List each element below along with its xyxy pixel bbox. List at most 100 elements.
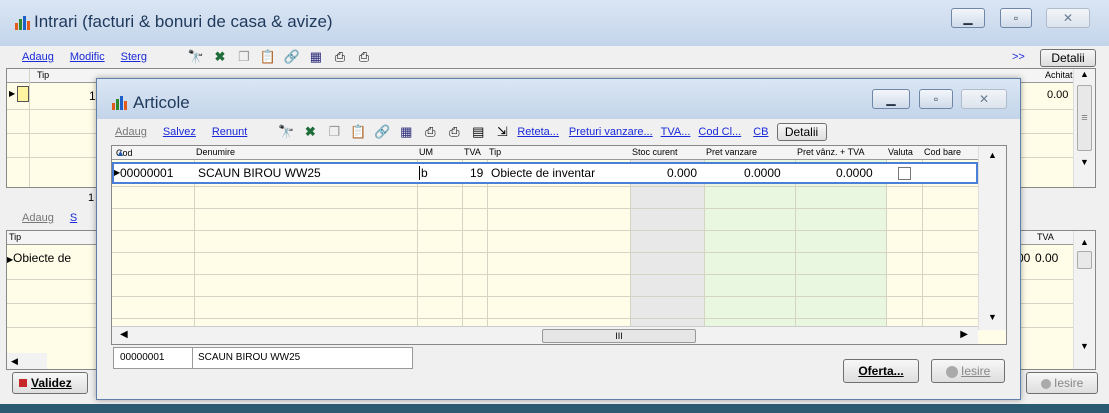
cell-um-input[interactable]: b <box>419 166 428 180</box>
binoculars-icon[interactable]: 🔭 <box>187 49 205 65</box>
status-strip <box>0 404 1109 413</box>
chart-app-icon <box>111 95 127 111</box>
dialog-menu-renunt[interactable]: Renunt <box>212 126 247 138</box>
col-tip[interactable]: Tip <box>489 147 501 157</box>
lines-menu-adaug[interactable]: Adaug <box>22 212 54 224</box>
col-pret-vanzare[interactable]: Pret vanzare <box>706 147 757 157</box>
row-marker: 1 <box>88 192 95 204</box>
document-icon <box>17 86 29 102</box>
link-tva[interactable]: TVA... <box>661 126 691 138</box>
import-icon[interactable]: ⇲ <box>493 124 511 140</box>
cell-denumire: SCAUN BIROU WW25 <box>198 166 321 180</box>
link-icon[interactable]: 🔗 <box>283 49 301 65</box>
articles-row-selected[interactable]: ▶ 00000001 SCAUN BIROU WW25 b 19 Obiecte… <box>112 162 978 184</box>
link-preturi-vanzare[interactable]: Preturi vanzare... <box>569 126 653 138</box>
top-grid-scrollbar[interactable]: ▲ ≡ ▼ <box>1073 69 1095 187</box>
menu-sterg[interactable]: Sterg <box>121 51 147 63</box>
dialog-close-button[interactable]: ✕ <box>961 89 1007 109</box>
link-cod-cl[interactable]: Cod Cl... <box>698 126 741 138</box>
main-details-button[interactable]: Detalii <box>1040 49 1096 67</box>
link-icon[interactable]: 🔗 <box>373 124 391 140</box>
dialog-menu-salvez[interactable]: Salvez <box>163 126 196 138</box>
dialog-details-button[interactable]: Detalii <box>776 123 827 141</box>
offer-button[interactable]: Oferta... <box>843 359 919 383</box>
cell-stoc: 0.000 <box>667 166 698 180</box>
footer-cod: 00000001 <box>120 352 165 363</box>
row-number: 1 <box>89 89 96 103</box>
col-achitat[interactable]: Achitat <box>1045 70 1073 80</box>
dialog-toolbar: Adaug Salvez Renunt 🔭 ✖ ❐ 📋 🔗 ▦ ⎙ ⎙ ▤ ⇲ … <box>97 121 1020 143</box>
link-cb[interactable]: CB <box>753 126 768 138</box>
cell-pret: 0.0000 <box>744 166 781 180</box>
dialog-maximize-button[interactable]: ▫ <box>919 89 953 109</box>
lines-tip-cell: Obiecte de <box>13 251 72 265</box>
main-toolbar: Adaug Modific Sterg 🔭 ✖ ❐ 📋 🔗 ▦ ⎙ ⎙ >> D… <box>0 46 1109 68</box>
articles-vscrollbar[interactable]: ▲ ▼ <box>978 146 1006 330</box>
col-tva[interactable]: TVA <box>464 147 481 157</box>
lines-tva-value: 0.00 <box>1035 251 1059 265</box>
dialog-titlebar[interactable]: Articole ▁ ▫ ✕ <box>97 79 1020 119</box>
minimize-button[interactable]: ▁ <box>951 8 985 28</box>
copy-icon[interactable]: ❐ <box>325 124 343 140</box>
binoculars-icon[interactable]: 🔭 <box>277 124 295 140</box>
footer-denumire: SCAUN BIROU WW25 <box>198 352 301 363</box>
copy-icon[interactable]: ❐ <box>235 49 253 65</box>
excel-icon[interactable]: ✖ <box>301 124 319 140</box>
col-denumire[interactable]: Denumire <box>196 147 235 157</box>
articole-dialog: Articole ▁ ▫ ✕ Adaug Salvez Renunt 🔭 ✖ ❐… <box>96 78 1021 400</box>
close-button[interactable]: ✕ <box>1046 8 1090 28</box>
exit-icon <box>945 365 958 378</box>
main-titlebar[interactable]: Intrari (facturi & bonuri de casa & aviz… <box>0 0 1109 46</box>
print-icon[interactable]: ⎙ <box>331 49 349 65</box>
scroll-right-icon[interactable]: ▶ <box>960 329 968 340</box>
menu-adaug[interactable]: Adaug <box>22 51 54 63</box>
cell-cod: 00000001 <box>120 166 174 180</box>
bottom-grid-scrollbar[interactable]: ▲ ▼ <box>1073 231 1095 369</box>
report-icon[interactable]: ▦ <box>307 49 325 65</box>
dialog-title: Articole <box>133 93 190 112</box>
validate-icon <box>19 379 27 387</box>
articles-grid: Cod ▲ Denumire UM TVA Tip Stoc curent Pr… <box>111 145 1007 345</box>
print-icon[interactable]: ⎙ <box>421 124 439 140</box>
more-link[interactable]: >> <box>1012 51 1025 63</box>
bottom-hscroll-left[interactable]: ◀ <box>7 353 47 369</box>
maximize-button[interactable]: ▫ <box>1000 8 1032 28</box>
articles-hscrollbar[interactable]: ◀ III ▶ <box>112 326 978 344</box>
print-preview-icon[interactable]: ⎙ <box>445 124 463 140</box>
link-reteta[interactable]: Reteta... <box>517 126 559 138</box>
excel-icon[interactable]: ✖ <box>211 49 229 65</box>
dialog-exit-button[interactable]: Iesire <box>931 359 1005 383</box>
validate-button[interactable]: Validez <box>12 372 88 394</box>
print-preview-icon[interactable]: ⎙ <box>355 49 373 65</box>
paste-icon[interactable]: 📋 <box>259 49 277 65</box>
offer-label: Oferta... <box>858 364 904 378</box>
col-cod-bare[interactable]: Cod bare <box>924 147 961 157</box>
validate-label: Validez <box>31 376 72 390</box>
col-stoc-curent[interactable]: Stoc curent <box>632 147 678 157</box>
cell-pret-tva: 0.0000 <box>836 166 873 180</box>
dialog-menu-adaug[interactable]: Adaug <box>115 126 147 138</box>
lines-menu-s[interactable]: S <box>70 212 77 224</box>
report-icon[interactable]: ▦ <box>397 124 415 140</box>
cell-tva: 19 <box>470 166 484 180</box>
col-tip-lines[interactable]: Tip <box>9 232 21 242</box>
col-tip[interactable]: Tip <box>37 70 49 80</box>
dialog-exit-label: Iesire <box>961 364 991 378</box>
dialog-minimize-button[interactable]: ▁ <box>872 89 910 109</box>
menu-modific[interactable]: Modific <box>70 51 105 63</box>
paste-icon[interactable]: 📋 <box>349 124 367 140</box>
achitat-value: 0.00 <box>1047 89 1069 101</box>
col-pret-vanzare-tva[interactable]: Pret vânz. + TVA <box>797 147 864 157</box>
col-tva-lines[interactable]: TVA <box>1037 232 1054 242</box>
export-icon[interactable]: ▤ <box>469 124 487 140</box>
cell-tip: Obiecte de inventar <box>491 166 596 180</box>
valuta-checkbox[interactable] <box>898 167 911 180</box>
footer-fields: 00000001 SCAUN BIROU WW25 <box>113 347 413 369</box>
col-valuta[interactable]: Valuta <box>888 147 913 157</box>
col-um[interactable]: UM <box>419 147 433 157</box>
scroll-left-icon[interactable]: ◀ <box>120 329 128 340</box>
main-window-title: Intrari (facturi & bonuri de casa & aviz… <box>34 12 333 31</box>
exit-icon <box>1040 378 1051 389</box>
hscroll-thumb[interactable]: III <box>542 329 696 343</box>
main-exit-button[interactable]: Iesire <box>1026 372 1098 394</box>
